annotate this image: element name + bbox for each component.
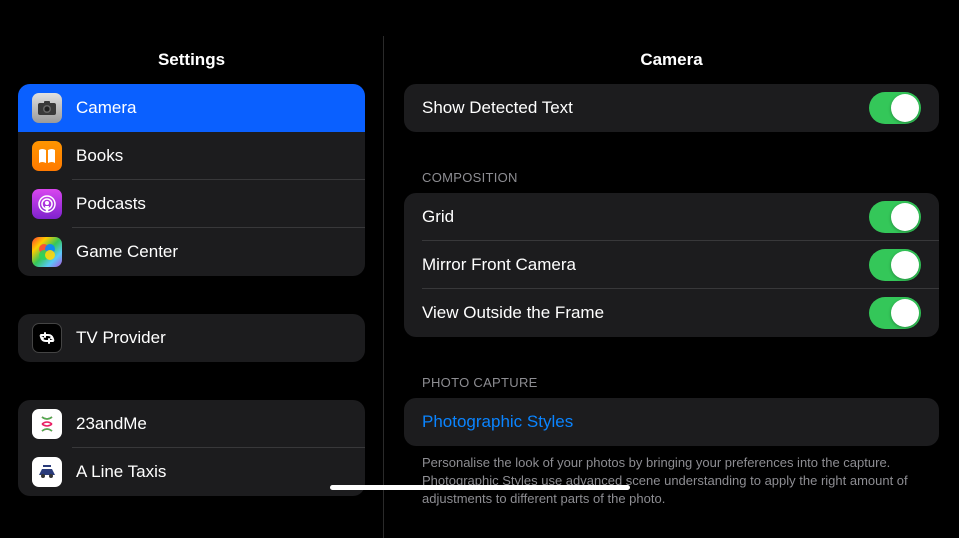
row-label: View Outside the Frame	[422, 303, 604, 323]
row-show-detected-text[interactable]: Show Detected Text	[404, 84, 939, 132]
sidebar-item-tvprovider[interactable]: TV Provider	[18, 314, 365, 362]
main-header: Camera	[384, 36, 959, 84]
row-label: Show Detected Text	[422, 98, 573, 118]
section-header-composition: COMPOSITION	[404, 170, 939, 193]
sidebar-title: Settings	[158, 50, 225, 70]
row-label: Photographic Styles	[422, 412, 573, 432]
toggle-show-detected-text[interactable]	[869, 92, 921, 124]
row-mirror-front-camera[interactable]: Mirror Front Camera	[404, 241, 939, 289]
row-view-outside-frame[interactable]: View Outside the Frame	[404, 289, 939, 337]
podcasts-icon	[32, 189, 62, 219]
sidebar-item-podcasts[interactable]: Podcasts	[18, 180, 365, 228]
section-composition: Grid Mirror Front Camera View Outside th…	[404, 193, 939, 337]
sidebar-item-label: TV Provider	[76, 328, 166, 348]
section-footer-photo-capture: Personalise the look of your photos by b…	[404, 446, 939, 509]
row-photographic-styles[interactable]: Photographic Styles	[404, 398, 939, 446]
sidebar-item-label: Camera	[76, 98, 136, 118]
toggle-grid[interactable]	[869, 201, 921, 233]
books-icon	[32, 141, 62, 171]
sidebar-group: 23andMe A Line Taxis	[18, 400, 365, 496]
camera-icon	[32, 93, 62, 123]
sidebar-item-label: Books	[76, 146, 123, 166]
23andme-icon	[32, 409, 62, 439]
sidebar-header: Settings	[0, 36, 383, 84]
sidebar-group: TV Provider	[18, 314, 365, 362]
sidebar-item-camera[interactable]: Camera	[18, 84, 365, 132]
main-panel: Camera Show Detected Text COMPOSITION Gr…	[383, 36, 959, 538]
section-header-photo-capture: PHOTO CAPTURE	[404, 375, 939, 398]
tvprovider-icon	[32, 323, 62, 353]
sidebar-item-23andme[interactable]: 23andMe	[18, 400, 365, 448]
main-title: Camera	[640, 50, 702, 70]
sidebar-item-gamecenter[interactable]: Game Center	[18, 228, 365, 276]
toggle-view-outside-frame[interactable]	[869, 297, 921, 329]
home-indicator[interactable]	[330, 485, 630, 490]
toggle-mirror-front-camera[interactable]	[869, 249, 921, 281]
sidebar-item-label: 23andMe	[76, 414, 147, 434]
sidebar-item-books[interactable]: Books	[18, 132, 365, 180]
alinetaxis-icon	[32, 457, 62, 487]
row-label: Mirror Front Camera	[422, 255, 576, 275]
section-photo-capture: Photographic Styles	[404, 398, 939, 446]
sidebar-item-label: A Line Taxis	[76, 462, 166, 482]
sidebar: Settings Camera Books	[0, 36, 383, 538]
sidebar-item-label: Game Center	[76, 242, 178, 262]
row-grid[interactable]: Grid	[404, 193, 939, 241]
sidebar-item-label: Podcasts	[76, 194, 146, 214]
gamecenter-icon	[32, 237, 62, 267]
sidebar-group: Camera Books Podcasts	[18, 84, 365, 276]
row-label: Grid	[422, 207, 454, 227]
sidebar-item-alinetaxis[interactable]: A Line Taxis	[18, 448, 365, 496]
section-top: Show Detected Text	[404, 84, 939, 132]
status-bar	[0, 0, 959, 36]
